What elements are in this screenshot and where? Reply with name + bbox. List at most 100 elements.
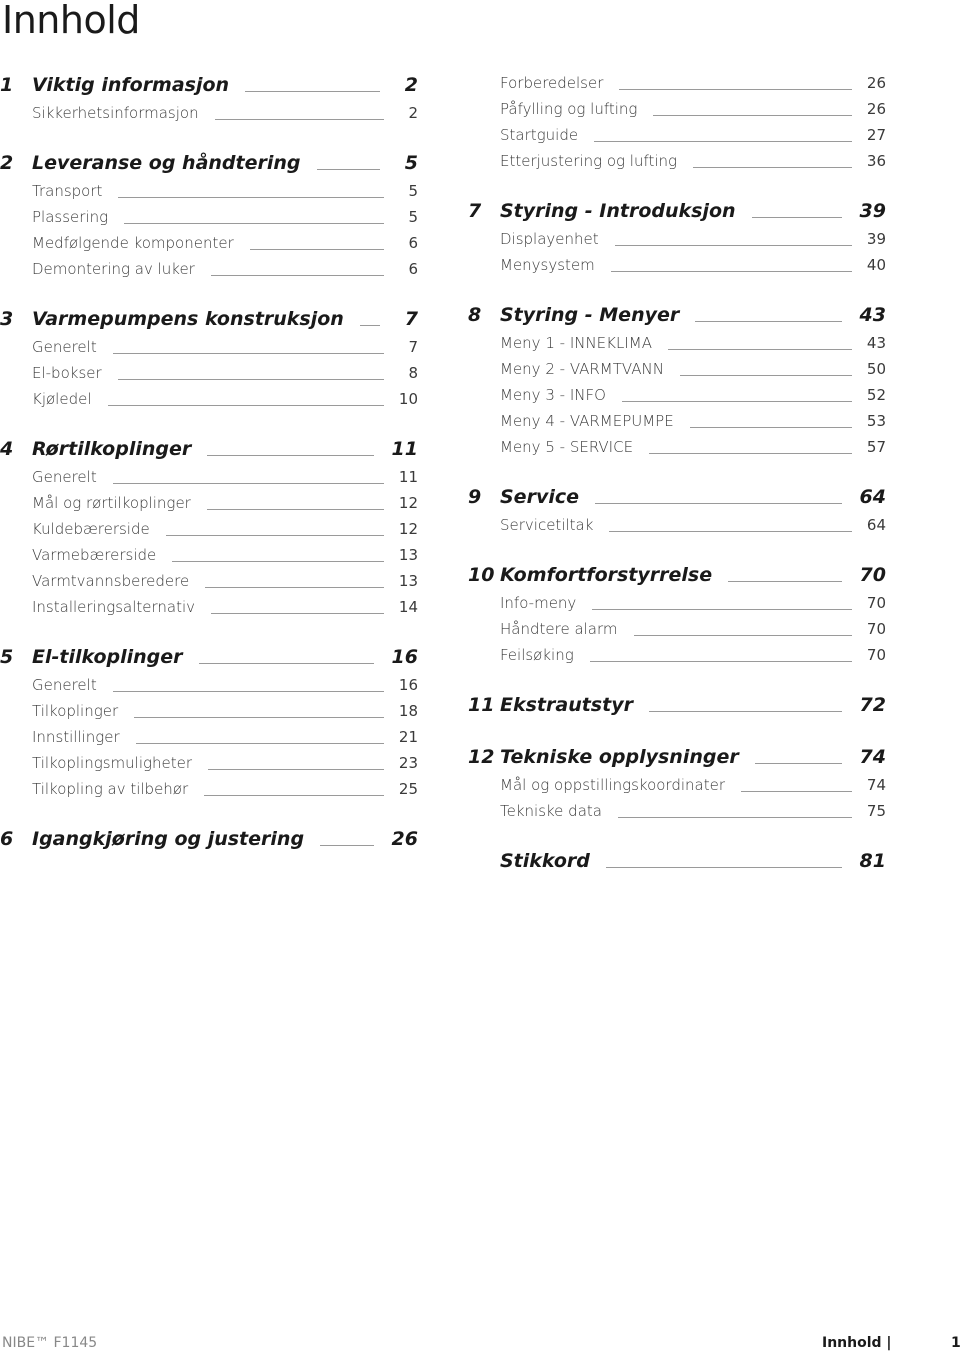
leader-line bbox=[751, 216, 842, 218]
chapter-number: 10 bbox=[468, 564, 495, 586]
toc-section: 2 Leveranse og håndtering 5 Transport 5 Plass… bbox=[0, 148, 418, 282]
toc-subentry[interactable]: Displayenhet 39 bbox=[468, 226, 886, 252]
toc-chapter-entry[interactable]: 12 Tekniske opplysninger 74 bbox=[468, 742, 886, 772]
leader-line bbox=[595, 502, 842, 504]
toc-subentry[interactable]: Startguide 27 bbox=[468, 122, 886, 148]
subentry-page-number: 36 bbox=[866, 152, 886, 170]
subentry-title: Meny 1 - INNEKLIMA bbox=[500, 334, 652, 352]
subentry-page-number: 6 bbox=[408, 260, 418, 278]
subentry-title: Plassering bbox=[32, 208, 109, 226]
toc-chapter-entry[interactable]: 10 Komfortforstyrrelse 70 bbox=[468, 560, 886, 590]
subentry-page-number: 40 bbox=[866, 256, 886, 274]
toc-subentry[interactable]: Påfylling og lufting 26 bbox=[468, 96, 886, 122]
subentry-title: Meny 4 - VARMEPUMPE bbox=[500, 412, 674, 430]
leader-line bbox=[689, 426, 852, 428]
chapter-number: 7 bbox=[468, 200, 482, 222]
toc-subentry[interactable]: Tilkoplingsmuligheter 23 bbox=[0, 750, 418, 776]
toc-subentry[interactable]: El-bokser 8 bbox=[0, 360, 418, 386]
subentry-title: Forberedelser bbox=[500, 74, 604, 92]
toc-chapter-entry[interactable]: 1 Viktig informasjon 2 bbox=[0, 70, 418, 100]
toc-subentry[interactable]: Varmebærerside 13 bbox=[0, 542, 418, 568]
toc-chapter-entry[interactable]: 9 Service 64 bbox=[468, 482, 886, 512]
toc-subentry[interactable]: Kuldebærerside 12 bbox=[0, 516, 418, 542]
subentry-page-number: 70 bbox=[866, 646, 886, 664]
chapter-number: 4 bbox=[0, 438, 14, 460]
toc-subentry[interactable]: Meny 1 - INNEKLIMA 43 bbox=[468, 330, 886, 356]
subentry-title: Varmebærerside bbox=[32, 546, 157, 564]
subentry-title: Info-meny bbox=[500, 594, 577, 612]
toc-subentry[interactable]: Info-meny 70 bbox=[468, 590, 886, 616]
toc-subentry[interactable]: Sikkerhetsinformasjon 2 bbox=[0, 100, 418, 126]
toc-chapter-entry[interactable]: 2 Leveranse og håndtering 5 bbox=[0, 148, 418, 178]
subentry-page-number: 23 bbox=[398, 754, 418, 772]
toc-chapter-entry[interactable]: Stikkord 81 bbox=[468, 846, 886, 876]
toc-subentry[interactable]: Mål og rørtilkoplinger 12 bbox=[0, 490, 418, 516]
toc-subentry[interactable]: Installeringsalternativ 14 bbox=[0, 594, 418, 620]
subentry-page-number: 13 bbox=[398, 546, 418, 564]
toc-subentry[interactable]: Menysystem 40 bbox=[468, 252, 886, 278]
subentry-title: Meny 5 - SERVICE bbox=[500, 438, 634, 456]
toc-subentry[interactable]: Servicetiltak 64 bbox=[468, 512, 886, 538]
leader-line bbox=[210, 274, 384, 276]
subentry-page-number: 26 bbox=[866, 74, 886, 92]
toc-subentry[interactable]: Kjøledel 10 bbox=[0, 386, 418, 412]
toc-subentry[interactable]: Tekniske data 75 bbox=[468, 798, 886, 824]
toc-chapter-entry[interactable]: 3 Varmepumpens konstruksjon 7 bbox=[0, 304, 418, 334]
toc-subentry[interactable]: Transport 5 bbox=[0, 178, 418, 204]
subentry-page-number: 5 bbox=[408, 182, 418, 200]
toc-section: 8 Styring - Menyer 43 Meny 1 - INNEKLIMA 43 M… bbox=[468, 300, 886, 460]
toc-subentry[interactable]: Demontering av luker 6 bbox=[0, 256, 418, 282]
toc-subentry[interactable]: Generelt 16 bbox=[0, 672, 418, 698]
toc-subentry[interactable]: Meny 2 - VARMTVANN 50 bbox=[468, 356, 886, 382]
toc-chapter-entry[interactable]: 11 Ekstrautstyr 72 bbox=[468, 690, 886, 720]
leader-line bbox=[205, 586, 384, 588]
toc-subentry[interactable]: Tilkoplinger 18 bbox=[0, 698, 418, 724]
chapter-title: Viktig informasjon bbox=[32, 74, 230, 96]
toc-left-column: 1 Viktig informasjon 2 Sikkerhetsinformasjo… bbox=[0, 70, 418, 876]
subentry-page-number: 21 bbox=[398, 728, 418, 746]
toc-subentry[interactable]: Meny 5 - SERVICE 57 bbox=[468, 434, 886, 460]
toc-subentry[interactable]: Plassering 5 bbox=[0, 204, 418, 230]
toc-subentry[interactable]: Håndtere alarm 70 bbox=[468, 616, 886, 642]
subentry-title: Transport bbox=[32, 182, 103, 200]
subentry-title: Håndtere alarm bbox=[500, 620, 618, 638]
toc-chapter-entry[interactable]: 5 El-tilkoplinger 16 bbox=[0, 642, 418, 672]
chapter-page-number: 26 bbox=[391, 828, 418, 850]
toc-subentry[interactable]: Generelt 11 bbox=[0, 464, 418, 490]
chapter-title: Stikkord bbox=[500, 850, 590, 872]
chapter-number: 6 bbox=[0, 828, 14, 850]
leader-line bbox=[359, 324, 380, 326]
toc-subentry[interactable]: Etterjustering og lufting 36 bbox=[468, 148, 886, 174]
toc-chapter-entry[interactable]: 7 Styring - Introduksjon 39 bbox=[468, 196, 886, 226]
toc-subentry[interactable]: Forberedelser 26 bbox=[468, 70, 886, 96]
toc-subentry[interactable]: Innstillinger 21 bbox=[0, 724, 418, 750]
subentry-title: Påfylling og lufting bbox=[500, 100, 638, 118]
subentry-title: Mål og oppstillingskoordinater bbox=[500, 776, 725, 794]
chapter-page-number: 2 bbox=[404, 74, 418, 96]
footer-page-number: 1 bbox=[951, 1335, 960, 1351]
subentry-title: Installeringsalternativ bbox=[32, 598, 196, 616]
leader-line bbox=[610, 270, 852, 272]
toc-chapter-entry[interactable]: 8 Styring - Menyer 43 bbox=[468, 300, 886, 330]
leader-line bbox=[693, 166, 852, 168]
toc-subentry[interactable]: Feilsøking 70 bbox=[468, 642, 886, 668]
subentry-page-number: 6 bbox=[408, 234, 418, 252]
chapter-number: 5 bbox=[0, 646, 14, 668]
subentry-title: Displayenhet bbox=[500, 230, 599, 248]
chapter-page-number: 74 bbox=[859, 746, 886, 768]
toc-subentry[interactable]: Varmtvannsberedere 13 bbox=[0, 568, 418, 594]
toc-subentry[interactable]: Meny 3 - INFO 52 bbox=[468, 382, 886, 408]
toc-chapter-entry[interactable]: 4 Rørtilkoplinger 11 bbox=[0, 434, 418, 464]
subentry-page-number: 5 bbox=[408, 208, 418, 226]
subentry-page-number: 12 bbox=[398, 520, 418, 538]
subentry-page-number: 14 bbox=[398, 598, 418, 616]
toc-chapter-entry[interactable]: 6 Igangkjøring og justering 26 bbox=[0, 824, 418, 854]
chapter-page-number: 43 bbox=[859, 304, 886, 326]
toc-subentry[interactable]: Mål og oppstillingskoordinater 74 bbox=[468, 772, 886, 798]
toc-subentry[interactable]: Meny 4 - VARMEPUMPE 53 bbox=[468, 408, 886, 434]
toc-section: 5 El-tilkoplinger 16 Generelt 16 Tilkoplinger… bbox=[0, 642, 418, 802]
toc-subentry[interactable]: Generelt 7 bbox=[0, 334, 418, 360]
toc-subentry[interactable]: Tilkopling av tilbehør 25 bbox=[0, 776, 418, 802]
subentry-page-number: 16 bbox=[398, 676, 418, 694]
toc-subentry[interactable]: Medfølgende komponenter 6 bbox=[0, 230, 418, 256]
